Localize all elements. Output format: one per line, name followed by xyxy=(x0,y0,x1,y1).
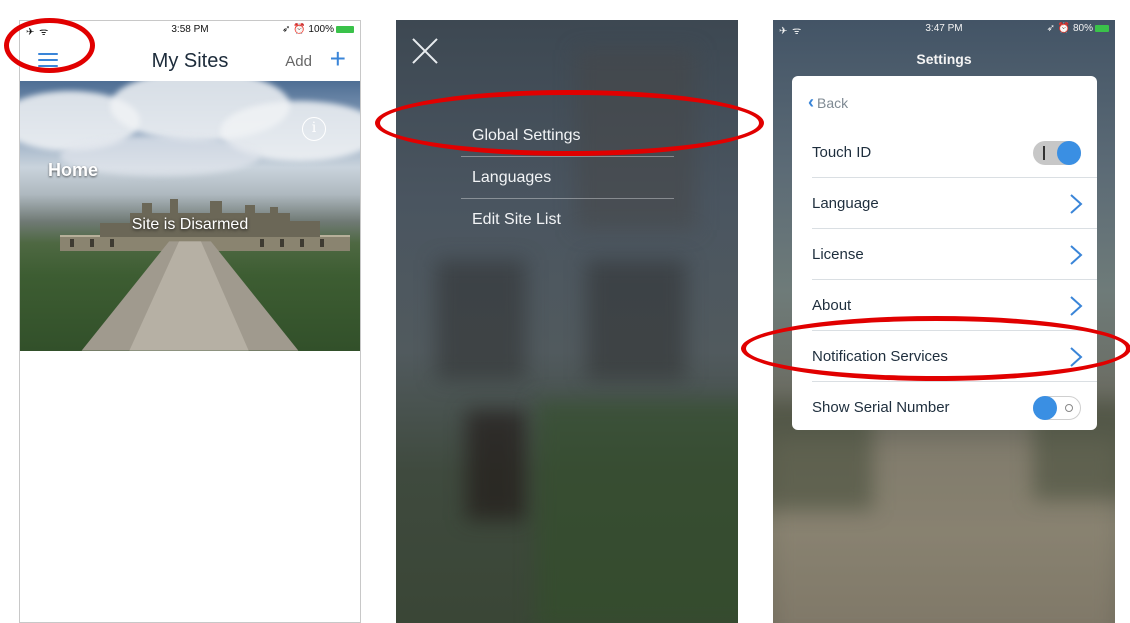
settings-row-touch-id: Touch ID xyxy=(812,127,1097,178)
annotation-ellipse-notification-services xyxy=(741,316,1130,381)
row-label: Language xyxy=(812,195,879,212)
row-label: About xyxy=(812,297,852,314)
status-right: ➶ ⏰ 80% xyxy=(1047,23,1109,34)
serial-number-toggle[interactable] xyxy=(1033,396,1081,420)
page-title: Settings xyxy=(916,51,972,67)
row-label: License xyxy=(812,246,864,263)
annotation-ellipse-global-settings xyxy=(375,90,764,156)
battery-icon xyxy=(336,25,354,33)
info-icon[interactable]: i xyxy=(302,117,326,141)
my-sites-screen: ✈ ᯤ 3:58 PM ➶ ⏰ 100% My Sites Add + i Ho… xyxy=(19,20,361,623)
site-status: Site is Disarmed xyxy=(131,216,249,233)
back-button[interactable]: ‹ Back xyxy=(808,92,848,113)
add-button[interactable]: Add xyxy=(285,53,312,70)
status-bar: ✈ ᯤ 3:47 PM ➶ ⏰ 80% xyxy=(773,20,1115,38)
settings-row-license[interactable]: License xyxy=(812,229,1097,280)
tutorial-composite: ✈ ᯤ 3:58 PM ➶ ⏰ 100% My Sites Add + i Ho… xyxy=(0,0,1130,623)
back-label: Back xyxy=(817,95,849,111)
touch-id-toggle[interactable] xyxy=(1033,141,1081,165)
status-right: ➶ ⏰ 100% xyxy=(282,24,354,35)
chevron-right-icon xyxy=(1069,280,1083,331)
plus-icon[interactable]: + xyxy=(330,45,346,73)
row-label: Show Serial Number xyxy=(812,399,950,416)
close-icon[interactable] xyxy=(410,36,440,66)
chevron-right-icon xyxy=(1069,178,1083,229)
menu-item-languages[interactable]: Languages xyxy=(461,157,674,199)
site-name: Home xyxy=(48,160,99,180)
annotation-circle-hamburger xyxy=(4,18,95,73)
status-battery-text: ➶ ⏰ 100% xyxy=(282,24,334,35)
status-battery-text: ➶ ⏰ 80% xyxy=(1046,23,1093,34)
settings-row-show-serial-number: Show Serial Number xyxy=(812,382,1097,430)
row-label: Touch ID xyxy=(812,144,872,161)
battery-icon xyxy=(1095,24,1109,32)
settings-row-language[interactable]: Language xyxy=(812,178,1097,229)
chevron-left-icon: ‹ xyxy=(808,92,814,112)
road-image xyxy=(81,241,299,351)
chevron-right-icon xyxy=(1069,229,1083,280)
site-card[interactable]: i Home Site is Disarmed xyxy=(20,81,360,351)
menu-item-edit-site-list[interactable]: Edit Site List xyxy=(461,199,674,241)
